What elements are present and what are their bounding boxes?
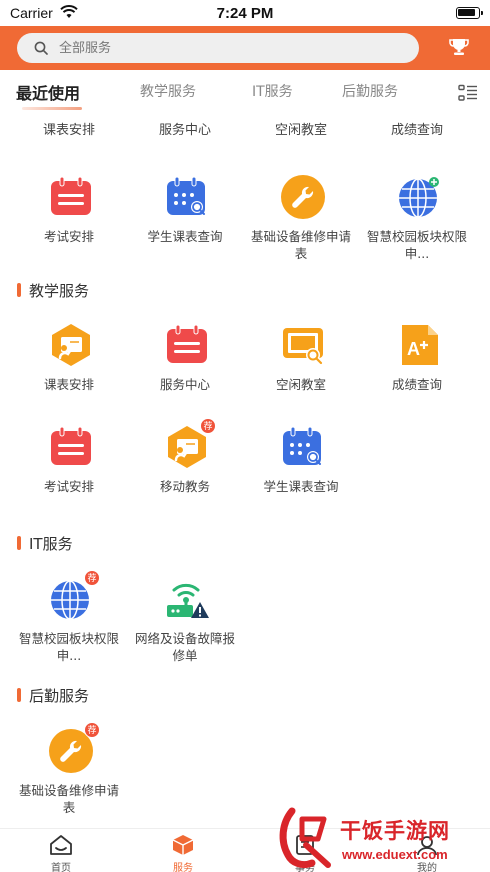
list-menu-icon[interactable] [458, 84, 478, 102]
watermark-url: www.eduext.com [342, 847, 448, 862]
nav-label: 服务 [173, 863, 193, 872]
search-icon [34, 41, 48, 55]
home-icon [50, 835, 72, 855]
service-student-schedule[interactable]: 学生课表查询 [127, 174, 243, 274]
status-bar: Carrier 7:24 PM [0, 0, 490, 26]
network-alert-icon [164, 576, 210, 622]
section-title-logistics: 后勤服务 [17, 685, 89, 705]
recommend-badge: 荐 [84, 570, 100, 586]
recent-partial-label[interactable]: 服务中心 [127, 119, 243, 138]
recent-partial-label[interactable]: 课表安排 [11, 119, 127, 138]
service-label: 智慧校园板块权限申... [366, 229, 467, 261]
globe-icon [396, 174, 442, 220]
service-basic-equipment-repair[interactable]: 荐 基础设备维修申请表 [11, 722, 127, 828]
battery-icon [456, 7, 483, 19]
service-label: 智慧校园板块权限申... [18, 631, 119, 663]
service-label: 空闲教室 [275, 377, 326, 392]
service-network-repair[interactable]: 网络及设备故障报修单 [127, 576, 243, 676]
nav-home[interactable]: 首页 [0, 829, 122, 872]
service-campus-board-permission[interactable]: 荐 智慧校园板块权限申... [11, 570, 127, 676]
service-label: 考试安排 [43, 479, 94, 494]
service-label: 基础设备维修申请表 [18, 783, 119, 815]
calendar-icon [164, 322, 210, 368]
nav-services[interactable]: 服务 [122, 829, 244, 872]
teacher-board-icon: 荐 [164, 418, 216, 470]
recommend-badge: 荐 [200, 418, 216, 434]
svg-text:A: A [407, 339, 420, 359]
service-label: 服务中心 [159, 377, 210, 392]
category-tabs: 最近使用 教学服务 IT服务 后勤服务 [0, 70, 490, 114]
service-label: 考试安排 [43, 229, 94, 244]
service-mobile-academic[interactable]: 荐 移动教务 [127, 418, 243, 524]
trophy-icon[interactable] [448, 37, 470, 57]
service-label: 学生课表查询 [147, 229, 223, 244]
classroom-search-icon [280, 322, 326, 368]
clock: 7:24 PM [216, 5, 274, 22]
service-exam-arrangement[interactable]: 考试安排 [11, 424, 127, 524]
grade-icon: A [396, 322, 442, 368]
nav-label: 首页 [51, 863, 71, 872]
site-watermark: 干饭手游网 www.eduext.com [270, 805, 490, 872]
service-label: 基础设备维修申请表 [250, 229, 351, 261]
search-input[interactable] [59, 33, 399, 63]
section-title-it: IT服务 [17, 533, 73, 553]
service-service-center[interactable]: 服务中心 [127, 322, 243, 422]
section-title-teaching: 教学服务 [17, 280, 89, 300]
service-label: 成绩查询 [391, 377, 442, 392]
tab-recent[interactable]: 最近使用 [16, 80, 80, 104]
service-label: 网络及设备故障报修单 [134, 631, 235, 663]
header-bar [0, 26, 490, 70]
service-label: 学生课表查询 [263, 479, 339, 494]
tab-active-indicator [22, 107, 82, 110]
calendar-icon [48, 424, 94, 470]
watermark-text: 干饭手游网 [340, 819, 450, 843]
service-campus-permission[interactable]: 智慧校园板块权限申... [359, 174, 475, 274]
teacher-board-icon [48, 322, 94, 368]
box-icon [172, 835, 194, 855]
recent-partial-row: 课表安排 服务中心 空闲教室 成绩查询 [0, 119, 490, 139]
watermark-logo-icon [279, 807, 331, 869]
wrench-icon: 荐 [48, 722, 100, 774]
search-bar[interactable] [17, 33, 419, 63]
recommend-badge: 荐 [84, 722, 100, 738]
service-grade-query[interactable]: A 成绩查询 [359, 322, 475, 422]
calendar-icon [48, 174, 94, 220]
service-label: 移动教务 [159, 479, 210, 494]
recent-partial-label[interactable]: 空闲教室 [243, 119, 359, 138]
globe-icon: 荐 [48, 570, 100, 622]
wrench-icon [280, 174, 326, 220]
tab-teaching[interactable]: 教学服务 [140, 81, 196, 101]
tab-logistics[interactable]: 后勤服务 [342, 81, 398, 101]
schedule-search-icon [164, 174, 210, 220]
service-free-classroom[interactable]: 空闲教室 [243, 322, 359, 422]
service-course-schedule[interactable]: 课表安排 [11, 322, 127, 422]
service-exam-schedule[interactable]: 考试安排 [11, 174, 127, 274]
service-student-timetable[interactable]: 学生课表查询 [243, 424, 359, 524]
schedule-search-icon [280, 424, 326, 470]
tab-it[interactable]: IT服务 [252, 81, 293, 101]
services-content: 课表安排 服务中心 空闲教室 成绩查询 考试安排 学生课表查询 基础设备维修申请… [0, 114, 490, 828]
service-label: 课表安排 [43, 377, 94, 392]
recent-partial-label[interactable]: 成绩查询 [359, 119, 475, 138]
service-equipment-repair[interactable]: 基础设备维修申请表 [243, 174, 359, 274]
